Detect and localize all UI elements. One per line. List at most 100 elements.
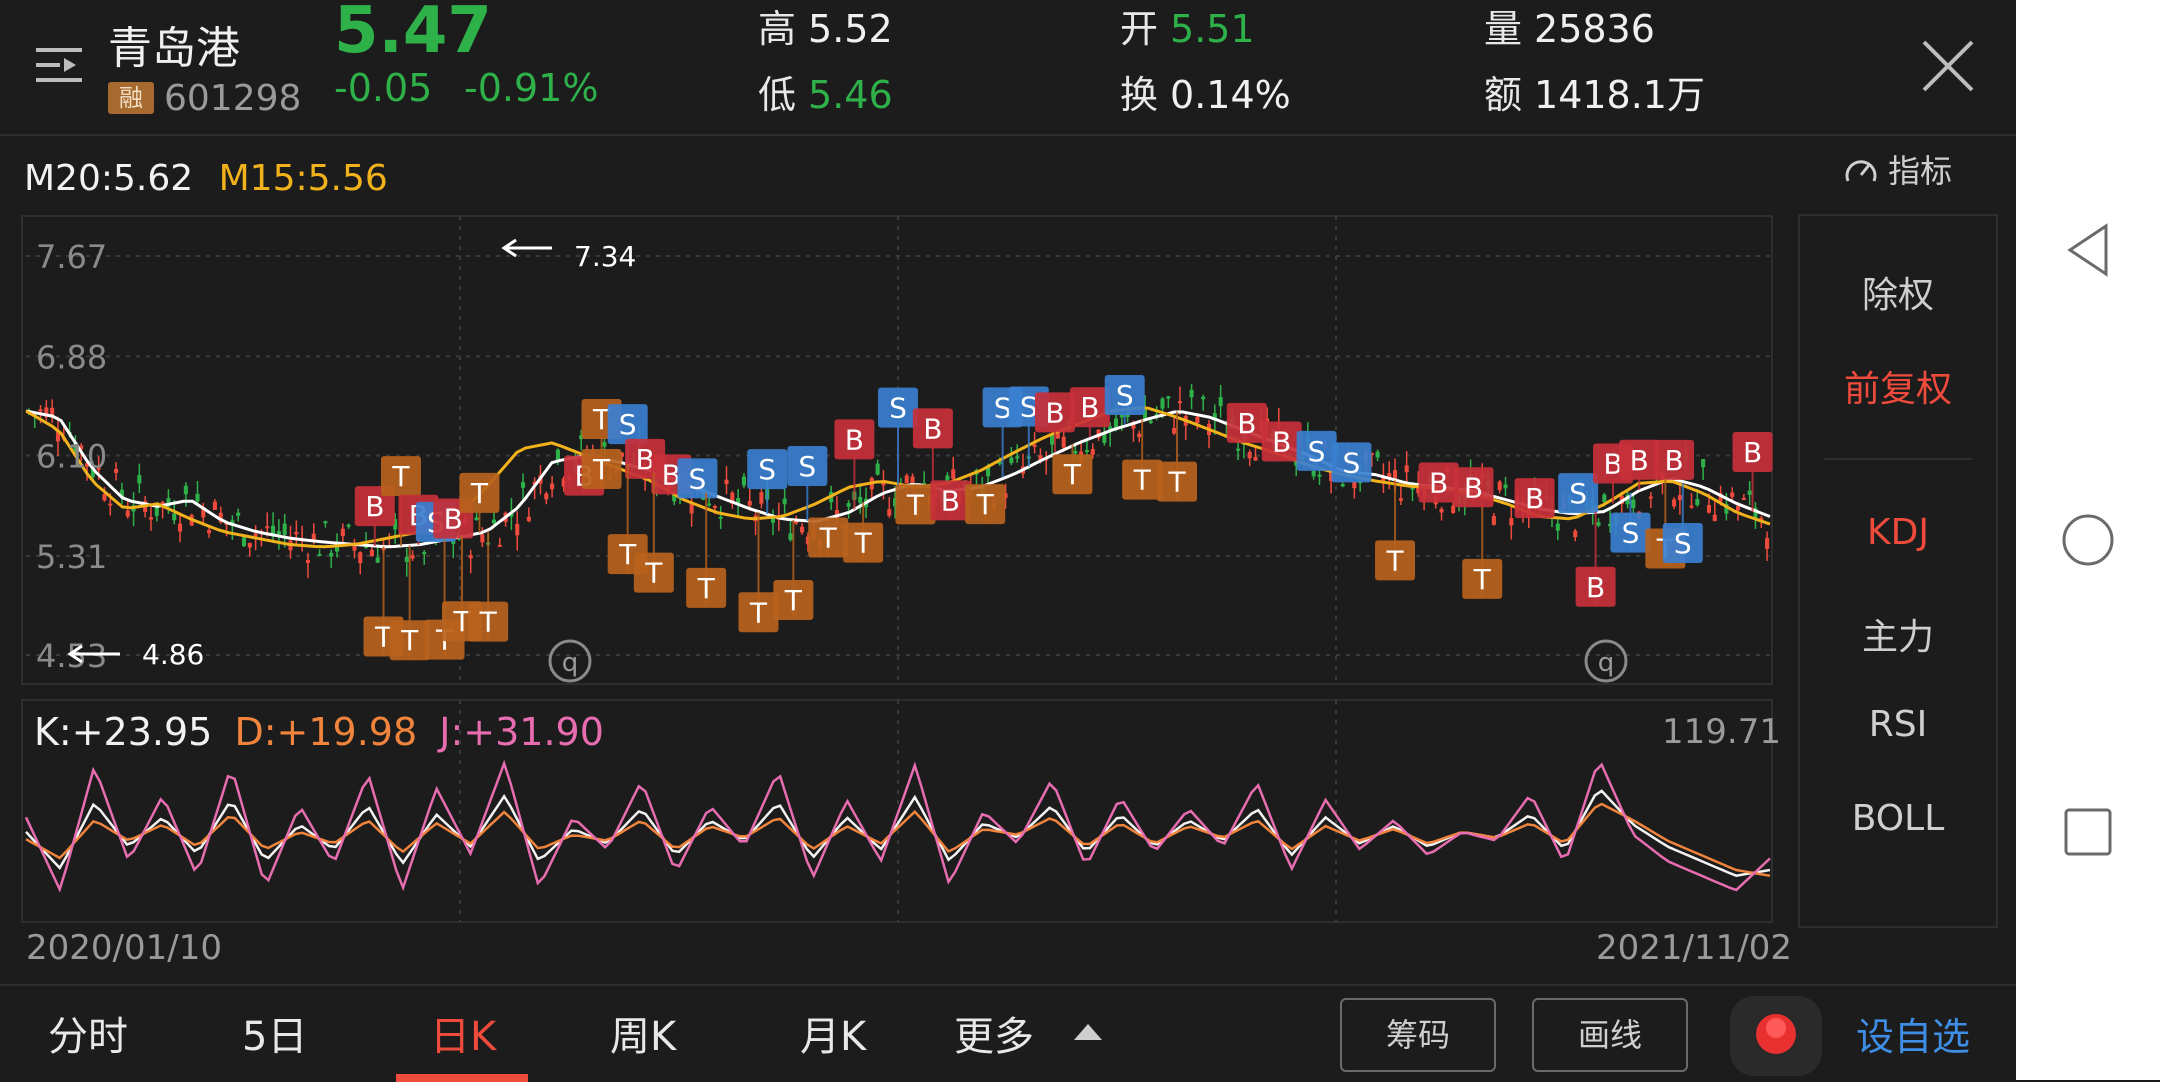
candle-body: [480, 534, 485, 543]
recent-apps-icon[interactable]: [2060, 804, 2116, 860]
svg-text:B: B: [1664, 444, 1683, 477]
candle-body: [1317, 474, 1322, 477]
candle-body: [282, 523, 287, 535]
event-marker-label: q: [1598, 648, 1615, 678]
candle-body: [521, 482, 526, 488]
signal-marker-s: S: [1104, 374, 1145, 425]
signal-marker-s: S: [1331, 442, 1372, 483]
candle-body: [1160, 398, 1165, 409]
candle-body: [1172, 427, 1177, 434]
tab-minute[interactable]: 分时: [48, 1004, 128, 1062]
option-ex-rights[interactable]: 除权: [1800, 266, 1996, 318]
add-to-watchlist-button[interactable]: 设自选: [1856, 1006, 1970, 1061]
svg-text:T: T: [1167, 466, 1186, 499]
stock-detail-screen: 青岛港 融 601298 5.47 -0.05 -0.91% 高 5.52 低 5.…: [0, 0, 2016, 1082]
tab-monthly[interactable]: 月K: [800, 1004, 866, 1062]
candle-body: [1009, 457, 1014, 464]
signal-marker-b: B: [1453, 467, 1494, 508]
date-range-end: 2021/11/02: [1596, 928, 1792, 968]
event-marker[interactable]: q: [548, 639, 592, 683]
candle-body: [125, 510, 130, 517]
svg-text:S: S: [889, 392, 907, 425]
option-boll[interactable]: BOLL: [1800, 798, 1996, 839]
svg-text:T: T: [854, 527, 873, 560]
candle-body: [172, 513, 177, 521]
tab-weekly[interactable]: 周K: [610, 1004, 676, 1062]
home-icon[interactable]: [2060, 512, 2116, 568]
kdj-d-value: D:+19.98: [234, 710, 418, 754]
signal-marker-t: T: [581, 448, 622, 489]
candle-body: [247, 543, 252, 548]
panel-divider: [1824, 458, 1972, 460]
candle-body: [1393, 470, 1398, 480]
candle-body: [747, 500, 752, 506]
svg-text:S: S: [798, 450, 816, 483]
candle-body: [515, 523, 520, 536]
candle-body: [1084, 450, 1089, 453]
kdj-legend: K:+23.95 D:+19.98 J:+31.90: [34, 710, 604, 754]
candle-body: [1137, 433, 1142, 438]
more-arrow-icon[interactable]: [1074, 1024, 1102, 1040]
event-marker[interactable]: q: [1584, 639, 1628, 683]
option-main-force[interactable]: 主力: [1800, 608, 1996, 660]
candle-body: [1166, 396, 1171, 399]
candle-body: [212, 501, 217, 510]
candle-body: [858, 496, 863, 503]
candle-body: [1555, 523, 1560, 531]
option-forward-adjusted[interactable]: 前复权: [1800, 360, 1996, 412]
svg-text:T: T: [697, 572, 716, 605]
record-icon[interactable]: [1730, 996, 1822, 1076]
candle-body: [1701, 459, 1706, 468]
candle-body: [207, 530, 212, 534]
candle-body: [317, 554, 322, 557]
svg-text:S: S: [1116, 379, 1134, 412]
candle-body: [550, 483, 555, 490]
candle-body: [1340, 484, 1345, 487]
option-rsi[interactable]: RSI: [1800, 704, 1996, 745]
candle-body: [1695, 498, 1700, 506]
candle-body: [741, 476, 746, 486]
svg-text:T: T: [819, 521, 838, 554]
tab-five-day[interactable]: 5日: [242, 1004, 307, 1062]
signal-marker-b: B: [1654, 439, 1695, 480]
active-tab-indicator: [396, 1074, 528, 1082]
candle-body: [712, 506, 717, 509]
candle-body: [369, 549, 374, 557]
signal-marker-b: B: [1514, 478, 1555, 519]
candle-body: [904, 475, 909, 484]
candle-body: [1439, 508, 1444, 513]
candle-body: [1404, 465, 1409, 473]
svg-text:S: S: [689, 462, 707, 495]
candle-body: [800, 526, 805, 533]
candle-body: [236, 512, 241, 516]
kline-chart[interactable]: BTBSBTTTTTTTSBBSBTTTTTTSSBSBTTTBTSSBBSTT…: [0, 0, 2016, 984]
signal-marker-s: S: [1296, 430, 1337, 471]
candle-body: [794, 521, 799, 524]
candle-body: [1573, 530, 1578, 538]
svg-text:T: T: [1385, 544, 1404, 577]
tab-daily[interactable]: 日K: [430, 1004, 496, 1062]
candle-body: [346, 524, 351, 527]
candle-body: [114, 468, 119, 473]
price-tick-label: 5.31: [36, 538, 107, 576]
svg-text:B: B: [1429, 467, 1448, 500]
tab-more[interactable]: 更多: [954, 1004, 1034, 1062]
svg-text:B: B: [1743, 436, 1762, 469]
candle-body: [1672, 499, 1677, 507]
option-kdj[interactable]: KDJ: [1800, 512, 1996, 553]
svg-text:T: T: [400, 624, 419, 657]
candle-body: [1503, 484, 1508, 489]
svg-text:B: B: [941, 484, 960, 517]
kdj-k-value: K:+23.95: [34, 710, 213, 754]
candle-body: [253, 533, 258, 537]
candle-body: [1236, 448, 1241, 451]
candle-body: [1218, 397, 1223, 407]
candle-body: [102, 494, 107, 501]
candle-body: [38, 409, 43, 412]
draw-line-button[interactable]: 画线: [1532, 998, 1688, 1072]
back-icon[interactable]: [2060, 222, 2116, 278]
chart-options-panel: 除权 前复权 KDJ 主力 RSI BOLL: [1798, 214, 1998, 928]
svg-text:B: B: [365, 490, 384, 523]
candle-body: [782, 498, 787, 505]
chips-button[interactable]: 筹码: [1340, 998, 1496, 1072]
